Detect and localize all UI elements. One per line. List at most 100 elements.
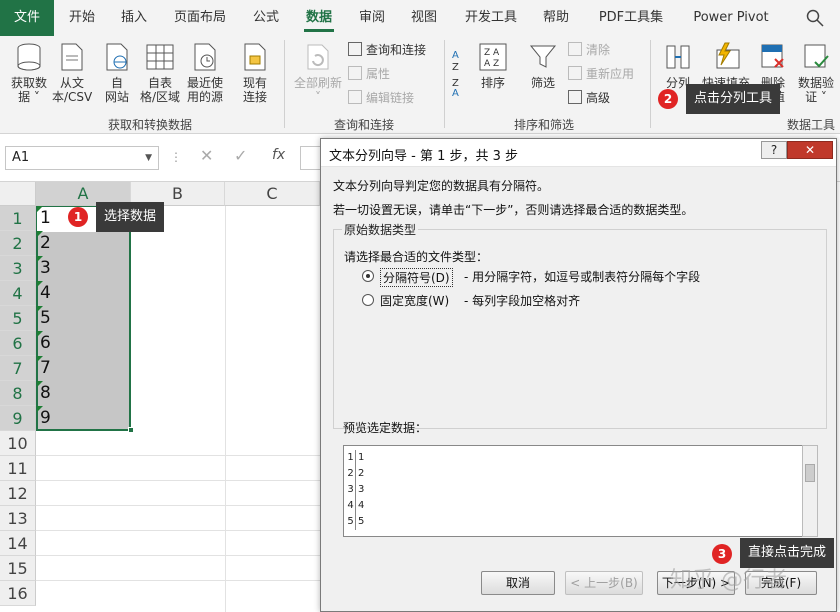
row-header[interactable]: 16 bbox=[0, 581, 36, 606]
flash-fill-button[interactable]: 快速填充 bbox=[702, 42, 750, 90]
insert-function-icon[interactable]: fx bbox=[272, 147, 285, 163]
cell-a2[interactable]: 2 bbox=[37, 231, 130, 256]
gridline bbox=[36, 455, 326, 456]
tab-pdf-tools[interactable]: PDF工具集 bbox=[590, 0, 672, 36]
table-icon bbox=[146, 44, 174, 70]
close-button[interactable]: ✕ bbox=[787, 141, 833, 159]
row-header[interactable]: 11 bbox=[0, 456, 36, 481]
group-divider bbox=[650, 40, 651, 128]
gridline bbox=[36, 580, 326, 581]
row-header[interactable]: 15 bbox=[0, 556, 36, 581]
text-to-columns-button[interactable]: 分列 bbox=[658, 42, 698, 90]
fixed-width-description: - 每列字段加空格对齐 bbox=[464, 294, 581, 308]
tab-page-layout[interactable]: 页面布局 bbox=[168, 0, 232, 36]
tab-power-pivot[interactable]: Power Pivot bbox=[686, 0, 776, 36]
preview-horizontal-scrollbar[interactable] bbox=[343, 537, 803, 551]
chevron-down-icon[interactable]: ▼ bbox=[145, 147, 152, 169]
existing-connections-button[interactable]: 现有 连接 bbox=[236, 42, 274, 104]
cell-a4[interactable]: 4 bbox=[37, 281, 130, 306]
row-header[interactable]: 2 bbox=[0, 231, 36, 256]
column-header-c[interactable]: C bbox=[225, 182, 320, 206]
tab-data[interactable]: 数据 bbox=[298, 0, 340, 36]
row-header[interactable]: 8 bbox=[0, 381, 36, 406]
delimited-radio[interactable] bbox=[362, 270, 374, 282]
refresh-icon bbox=[307, 44, 329, 70]
cell-a6[interactable]: 6 bbox=[37, 331, 130, 356]
row-header[interactable]: 9 bbox=[0, 406, 36, 431]
tab-developer[interactable]: 开发工具 bbox=[458, 0, 524, 36]
back-button[interactable]: < 上一步(B) bbox=[565, 571, 643, 595]
row-header[interactable]: 13 bbox=[0, 506, 36, 531]
tab-review[interactable]: 审阅 bbox=[352, 0, 392, 36]
formula-input[interactable] bbox=[300, 146, 320, 170]
data-validation-icon bbox=[804, 44, 829, 68]
get-data-label: 获取数 bbox=[10, 76, 47, 90]
row-header[interactable]: 10 bbox=[0, 431, 36, 456]
from-text-csv-button[interactable]: 从文 本/CSV bbox=[52, 42, 92, 104]
row-header[interactable]: 14 bbox=[0, 531, 36, 556]
gridline bbox=[36, 480, 326, 481]
clear-filter-icon bbox=[568, 42, 582, 56]
data-validation-button[interactable]: 数据验 证 ˅ bbox=[794, 42, 838, 104]
data-preview[interactable]: 11 22 33 44 55 bbox=[343, 445, 803, 537]
row-header[interactable]: 12 bbox=[0, 481, 36, 506]
fixed-width-label[interactable]: 固定宽度(W) bbox=[380, 292, 449, 309]
queries-connections-button[interactable]: 查询和连接 bbox=[348, 40, 426, 60]
cell-a3[interactable]: 3 bbox=[37, 256, 130, 281]
recent-sources-label-2: 用的源 bbox=[186, 90, 223, 104]
search-icon[interactable] bbox=[806, 9, 824, 30]
tab-view[interactable]: 视图 bbox=[404, 0, 444, 36]
text-file-icon bbox=[61, 43, 83, 71]
group-divider bbox=[284, 40, 285, 128]
reapply-button[interactable]: 重新应用 bbox=[568, 64, 634, 84]
cancel-icon[interactable]: ✕ bbox=[200, 146, 213, 165]
tab-formulas[interactable]: 公式 bbox=[246, 0, 286, 36]
row-header[interactable]: 6 bbox=[0, 331, 36, 356]
enter-icon[interactable]: ✓ bbox=[234, 146, 247, 165]
tab-home[interactable]: 开始 bbox=[62, 0, 102, 36]
row-header[interactable]: 5 bbox=[0, 306, 36, 331]
tab-insert[interactable]: 插入 bbox=[114, 0, 154, 36]
existing-connections-label: 现有 bbox=[242, 76, 267, 90]
recent-sources-button[interactable]: 最近使 用的源 bbox=[184, 42, 226, 104]
gridline bbox=[36, 530, 326, 531]
cancel-button[interactable]: 取消 bbox=[481, 571, 555, 595]
edit-links-button[interactable]: 编辑链接 bbox=[348, 88, 414, 108]
advanced-filter-button[interactable]: 高级 bbox=[568, 88, 610, 108]
group-divider bbox=[444, 40, 445, 128]
name-box[interactable]: A1 ▼ bbox=[5, 146, 159, 170]
refresh-all-button[interactable]: 全部刷新 ˅ bbox=[290, 42, 346, 104]
row-header[interactable]: 4 bbox=[0, 281, 36, 306]
tab-help[interactable]: 帮助 bbox=[536, 0, 576, 36]
cell-a7[interactable]: 7 bbox=[37, 356, 130, 381]
cell-a5[interactable]: 5 bbox=[37, 306, 130, 331]
get-data-button[interactable]: 获取数 据 ˅ bbox=[6, 42, 52, 104]
row-header[interactable]: 7 bbox=[0, 356, 36, 381]
properties-button[interactable]: 属性 bbox=[348, 64, 390, 84]
row-header[interactable]: 3 bbox=[0, 256, 36, 281]
watermark: 知乎 @行者 bbox=[670, 568, 787, 593]
preview-vertical-scrollbar[interactable] bbox=[802, 445, 818, 537]
from-table-button[interactable]: 自表 格/区域 bbox=[138, 42, 182, 104]
from-table-label: 自表 bbox=[147, 76, 172, 90]
remove-duplicates-icon bbox=[761, 44, 784, 68]
preview-row: 11 bbox=[344, 450, 784, 466]
cell-a9[interactable]: 9 bbox=[37, 406, 130, 431]
advanced-label: 高级 bbox=[586, 91, 611, 105]
original-data-type-group: 原始数据类型 请选择最合适的文件类型： 分隔符号(D) - 用分隔字符，如逗号或… bbox=[333, 221, 827, 429]
scrollbar-thumb[interactable] bbox=[805, 464, 815, 482]
sort-button[interactable]: Z AA Z 排序 bbox=[474, 42, 512, 90]
callout-select-data: 选择数据 bbox=[96, 202, 165, 232]
sort-az-button[interactable]: AZZA bbox=[450, 46, 472, 99]
tab-file[interactable]: 文件 bbox=[0, 0, 54, 36]
filter-label: 筛选 bbox=[530, 76, 555, 90]
select-all-corner[interactable] bbox=[0, 182, 36, 206]
clear-filter-button[interactable]: 清除 bbox=[568, 40, 610, 60]
row-header[interactable]: 1 bbox=[0, 206, 36, 231]
cell-a8[interactable]: 8 bbox=[37, 381, 130, 406]
from-web-button[interactable]: 自 网站 bbox=[100, 42, 134, 104]
filter-button[interactable]: 筛选 bbox=[524, 42, 562, 90]
help-button[interactable]: ? bbox=[761, 141, 787, 159]
fixed-width-radio[interactable] bbox=[362, 294, 374, 306]
delimited-label[interactable]: 分隔符号(D) bbox=[380, 268, 453, 287]
